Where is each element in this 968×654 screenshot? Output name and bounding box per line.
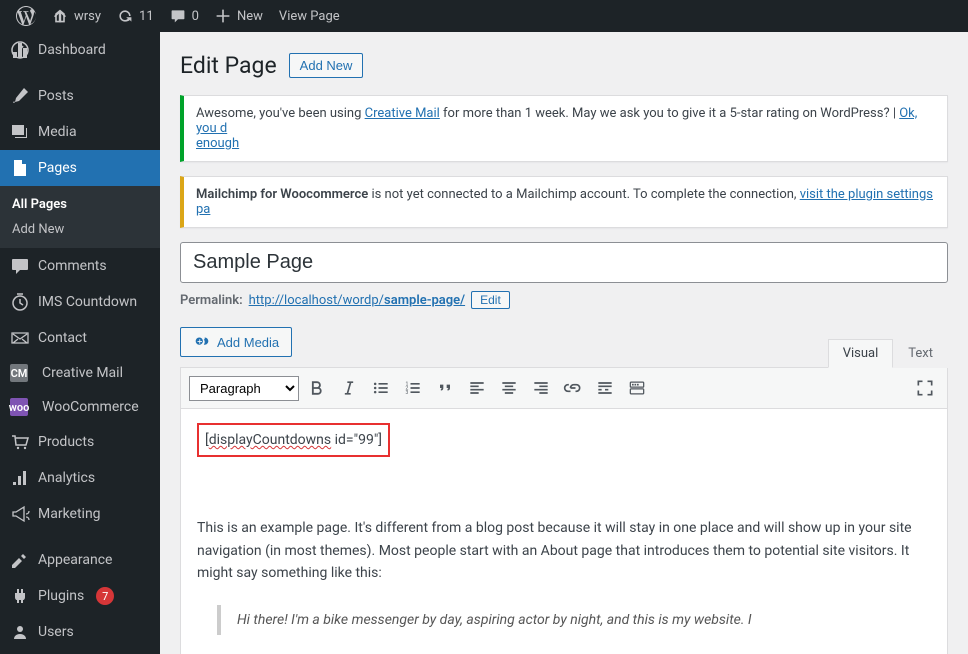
sidebar-item-media[interactable]: Media xyxy=(0,114,160,150)
sidebar-item-analytics[interactable]: Analytics xyxy=(0,460,160,496)
site-name: wrsy xyxy=(74,9,101,24)
plugins-badge: 7 xyxy=(96,587,114,605)
new-label: New xyxy=(237,9,263,24)
site-link[interactable]: wrsy xyxy=(44,0,109,32)
sidebar-item-contact[interactable]: Contact xyxy=(0,320,160,356)
sidebar-item-dashboard[interactable]: Dashboard xyxy=(0,32,160,68)
updates-link[interactable]: 11 xyxy=(109,0,162,32)
sidebar-item-posts[interactable]: Posts xyxy=(0,78,160,114)
sidebar-item-creative-mail[interactable]: CMCreative Mail xyxy=(0,356,160,390)
notice-mailchimp: Mailchimp for Woocommerce is not yet con… xyxy=(180,176,948,228)
sidebar-item-appearance[interactable]: Appearance xyxy=(0,542,160,578)
edit-permalink-button[interactable]: Edit xyxy=(471,291,510,309)
link-enough[interactable]: enough xyxy=(196,136,239,151)
align-right-button[interactable] xyxy=(527,374,555,402)
editor-body[interactable]: [displayCountdowns id="99"] This is an e… xyxy=(181,409,947,654)
comments-count: 0 xyxy=(192,9,199,24)
add-media-button[interactable]: Add Media xyxy=(180,327,292,357)
ul-button[interactable] xyxy=(367,374,395,402)
sidebar-item-marketing[interactable]: Marketing xyxy=(0,496,160,532)
bold-button[interactable] xyxy=(303,374,331,402)
wp-logo[interactable] xyxy=(8,0,44,32)
page-title: Edit Page xyxy=(180,52,277,79)
cm-icon: CM xyxy=(10,364,28,382)
woo-icon: woo xyxy=(10,398,28,416)
admin-sidebar: Dashboard Posts Media Pages All Pages Ad… xyxy=(0,32,160,654)
notice-creative-mail: Awesome, you've been using Creative Mail… xyxy=(180,95,948,162)
sidebar-item-users[interactable]: Users xyxy=(0,614,160,650)
add-new-button[interactable]: Add New xyxy=(289,53,364,78)
ol-button[interactable]: 123 xyxy=(399,374,427,402)
editor-tabs: Visual Text xyxy=(828,339,948,368)
editor-toolbar: Paragraph 123 xyxy=(181,368,947,409)
sidebar-item-ims[interactable]: IMS Countdown xyxy=(0,284,160,320)
svg-text:3: 3 xyxy=(406,390,409,396)
updates-count: 11 xyxy=(139,9,154,24)
submenu-add-new[interactable]: Add New xyxy=(0,217,160,242)
align-center-button[interactable] xyxy=(495,374,523,402)
main-content: Edit Page Add New Awesome, you've been u… xyxy=(160,32,968,654)
link-creative-mail[interactable]: Creative Mail xyxy=(365,106,440,121)
tab-visual[interactable]: Visual xyxy=(828,339,894,368)
readmore-button[interactable] xyxy=(591,374,619,402)
permalink-link[interactable]: http://localhost/wordp/sample-page/ xyxy=(249,293,465,308)
shortcode-highlight: [displayCountdowns id="99"] xyxy=(197,423,390,457)
new-link[interactable]: New xyxy=(207,0,271,32)
sidebar-item-woocommerce[interactable]: wooWooCommerce xyxy=(0,390,160,424)
view-page-link[interactable]: View Page xyxy=(271,0,348,32)
sidebar-item-plugins[interactable]: Plugins7 xyxy=(0,578,160,614)
media-icon xyxy=(193,333,211,351)
align-left-button[interactable] xyxy=(463,374,491,402)
post-title-input[interactable] xyxy=(180,242,948,283)
toolbar-toggle-button[interactable] xyxy=(623,374,651,402)
comments-link[interactable]: 0 xyxy=(162,0,207,32)
format-select[interactable]: Paragraph xyxy=(189,376,299,401)
submenu-all-pages[interactable]: All Pages xyxy=(0,192,160,217)
permalink: Permalink: http://localhost/wordp/sample… xyxy=(180,291,948,309)
tab-text[interactable]: Text xyxy=(893,339,948,368)
quote-button[interactable] xyxy=(431,374,459,402)
admin-topbar: wrsy 11 0 New View Page xyxy=(0,0,968,32)
editor: Paragraph 123 [displayCountdowns id="99"… xyxy=(180,367,948,654)
editor-paragraph: This is an example page. It's different … xyxy=(197,517,931,584)
link-button[interactable] xyxy=(559,374,587,402)
pages-submenu: All Pages Add New xyxy=(0,186,160,248)
fullscreen-button[interactable] xyxy=(911,374,939,402)
sidebar-item-pages[interactable]: Pages xyxy=(0,150,160,186)
italic-button[interactable] xyxy=(335,374,363,402)
sidebar-item-products[interactable]: Products xyxy=(0,424,160,460)
editor-blockquote: Hi there! I'm a bike messenger by day, a… xyxy=(217,605,911,635)
sidebar-item-comments[interactable]: Comments xyxy=(0,248,160,284)
